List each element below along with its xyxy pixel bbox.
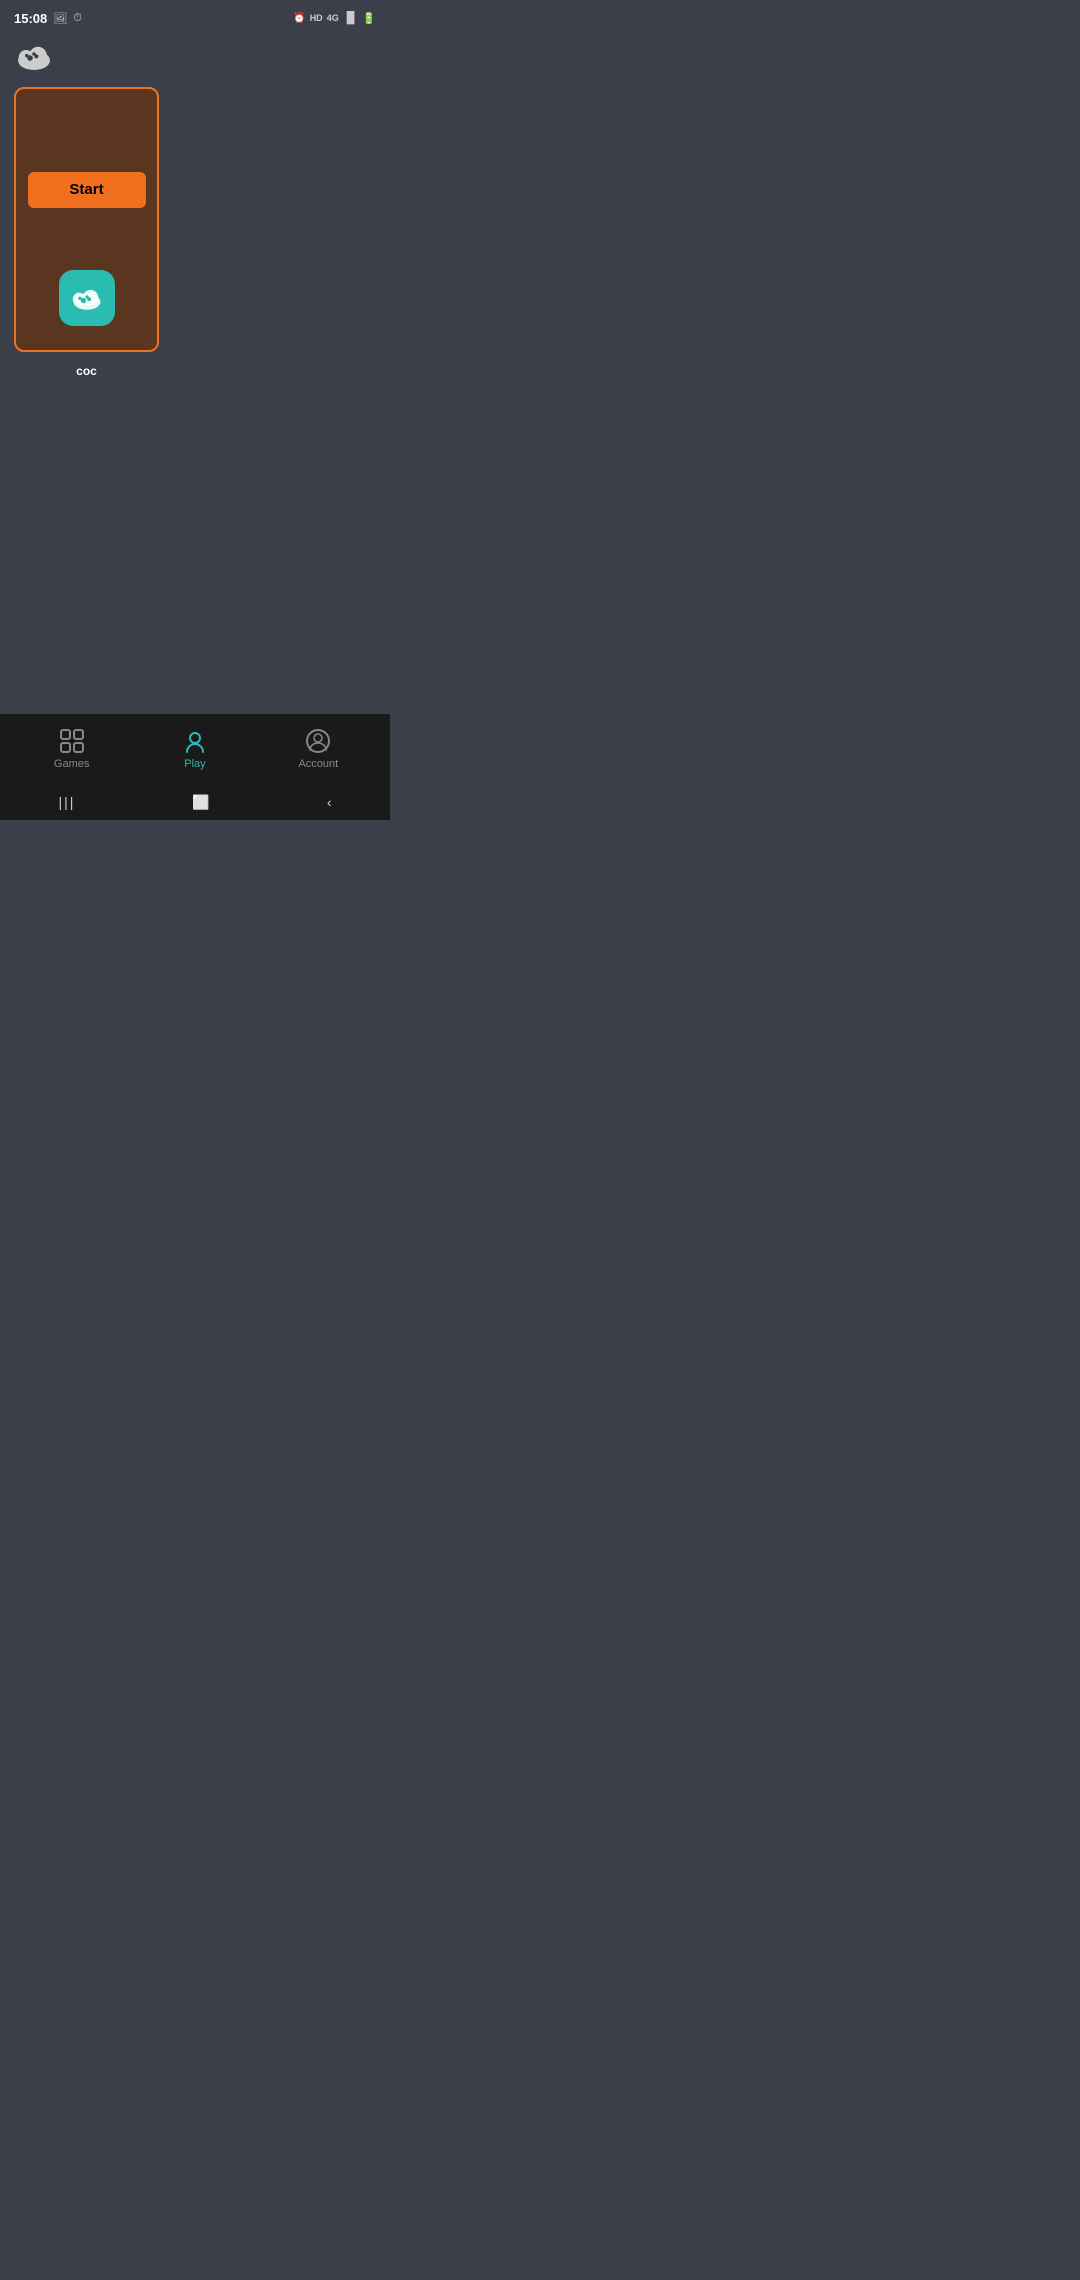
account-icon bbox=[305, 728, 331, 754]
nav-item-games[interactable]: Games bbox=[10, 728, 133, 770]
account-label: Account bbox=[298, 758, 338, 770]
games-icon bbox=[59, 728, 85, 754]
system-nav: ||| ⬜ ‹ bbox=[0, 784, 390, 820]
status-right: ⏰ HD 4G ▐▌ 🔋 bbox=[293, 12, 376, 25]
alarm-icon: ⏰ bbox=[293, 13, 305, 24]
coc-app-icon[interactable] bbox=[59, 270, 115, 326]
start-button[interactable]: Start bbox=[28, 172, 146, 208]
nav-item-play[interactable]: Play bbox=[133, 728, 256, 770]
app-header bbox=[0, 32, 390, 87]
home-button[interactable]: ⬜ bbox=[192, 794, 209, 811]
status-bar: 15:08 🖼 ⏱ ⏰ HD 4G ▐▌ 🔋 bbox=[0, 0, 390, 32]
status-left: 15:08 🖼 ⏱ bbox=[14, 11, 82, 26]
games-label: Games bbox=[54, 758, 89, 770]
game-card: Start coc bbox=[14, 87, 159, 352]
nav-item-account[interactable]: Account bbox=[257, 728, 380, 770]
bottom-nav: Games Play Account bbox=[0, 714, 390, 784]
hd-badge: HD bbox=[310, 13, 323, 23]
play-icon bbox=[182, 728, 208, 754]
header-paw-cloud-icon bbox=[14, 38, 54, 74]
back-button[interactable]: ‹ bbox=[327, 794, 332, 810]
history-icon: ⏱ bbox=[73, 12, 82, 25]
paw-cloud-icon bbox=[69, 282, 105, 314]
play-label: Play bbox=[184, 758, 205, 770]
battery-icon: 🔋 bbox=[362, 12, 376, 25]
photo-icon: 🖼 bbox=[53, 12, 67, 25]
recent-apps-button[interactable]: ||| bbox=[58, 794, 75, 810]
main-content: Start coc bbox=[0, 87, 390, 714]
app-icon-container: coc bbox=[59, 270, 115, 378]
network-4g: 4G bbox=[327, 13, 339, 23]
status-time: 15:08 bbox=[14, 11, 47, 26]
app-name-label: coc bbox=[76, 364, 97, 378]
signal-icon: ▐▌ bbox=[343, 12, 359, 24]
